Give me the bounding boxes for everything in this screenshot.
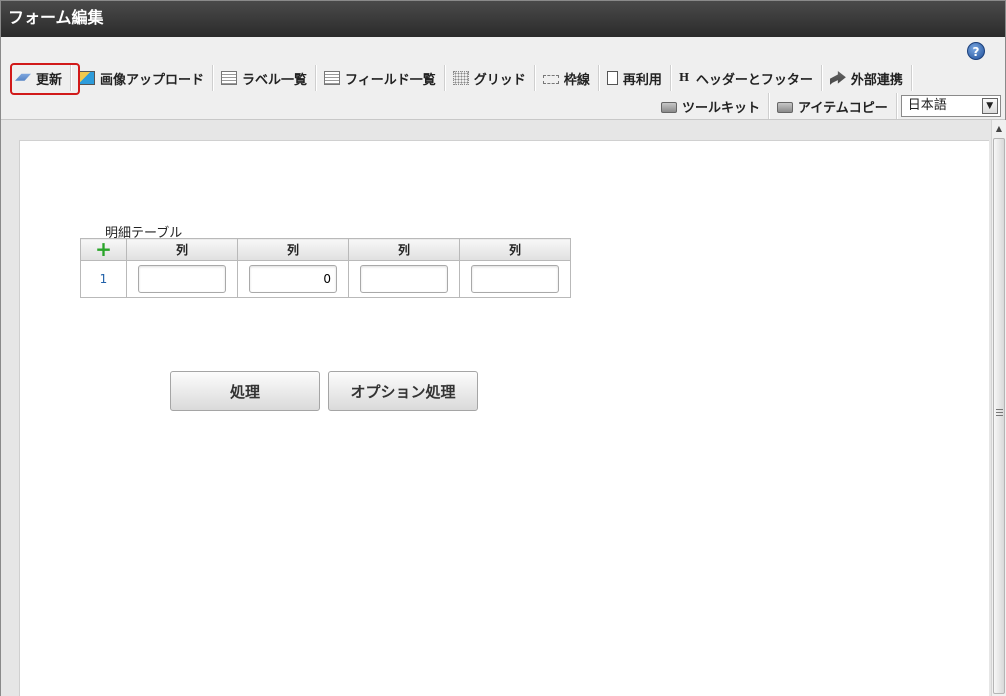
external-link-icon [829,71,846,85]
table-cell [126,260,238,298]
column-header: 列 [126,238,238,261]
toolbar-row-1: 更新 画像アップロード ラベル一覧 フィールド一覧 グリッド 枠線 再利用 H … [7,65,912,91]
image-upload-button-label: 画像アップロード [100,72,205,88]
table-row: 1 [80,260,571,298]
table-cell [459,260,571,298]
language-select-value: 日本語 [907,98,947,113]
toolkit-icon [661,101,677,113]
frame-line-icon [542,74,559,84]
scrollbar-grip-icon [996,409,1003,417]
form-canvas-area [1,120,991,696]
help-icon[interactable]: ? [967,42,985,60]
chevron-down-icon[interactable]: ▼ [981,98,998,114]
header-footer-button-label: ヘッダーとフッター [695,72,813,88]
row-number: 1 [80,260,127,298]
header-footer-icon: H [678,71,690,84]
scroll-up-arrow-icon[interactable]: ▲ [992,122,1006,136]
image-upload-button[interactable]: 画像アップロード [71,65,214,91]
table-cell [237,260,349,298]
grid-icon [452,71,469,85]
reuse-button-label: 再利用 [622,72,662,88]
frame-line-button-label: 枠線 [563,72,590,88]
add-row-cell: + [80,237,127,261]
cell-input[interactable] [360,265,448,293]
reuse-icon [606,71,618,85]
toolkit-button-label: ツールキット [682,100,761,116]
external-link-button-label: 外部連携 [850,72,903,88]
item-copy-button-label: アイテムコピー [798,100,888,116]
header-footer-button[interactable]: H ヘッダーとフッター [671,65,822,91]
toolbar-area: ? 更新 画像アップロード ラベル一覧 フィールド一覧 グリッド 枠線 再利用 … [1,37,1005,120]
window-title: フォーム編集 [1,1,1005,37]
language-select[interactable]: 日本語 ▼ [900,95,1001,117]
column-header: 列 [459,238,571,261]
field-list-button-label: フィールド一覧 [345,72,436,88]
table-cell [348,260,460,298]
label-list-button[interactable]: ラベル一覧 [213,65,317,91]
grid-button-label: グリッド [473,72,526,88]
item-copy-button[interactable]: アイテムコピー [769,93,897,119]
scrollbar-thumb[interactable] [993,138,1005,694]
field-list-icon [324,71,341,85]
toolbar-row-2: ツールキット アイテムコピー 日本語 ▼ [653,93,1001,119]
cell-input[interactable] [471,265,559,293]
table-header-row: + 列 列 列 列 [80,237,571,261]
toolkit-button[interactable]: ツールキット [653,93,770,119]
form-editor-window: フォーム編集 ? 更新 画像アップロード ラベル一覧 フィールド一覧 グリッド … [0,0,1006,696]
process-button[interactable]: 処理 [170,371,320,411]
cell-input[interactable] [138,265,226,293]
grid-button[interactable]: グリッド [445,65,535,91]
field-list-button[interactable]: フィールド一覧 [316,65,445,91]
option-process-button[interactable]: オプション処理 [328,371,478,411]
vertical-scrollbar[interactable]: ▲ [991,120,1006,696]
external-link-button[interactable]: 外部連携 [822,65,912,91]
image-upload-icon [79,71,96,85]
column-header: 列 [237,238,349,261]
add-row-icon[interactable]: + [95,237,112,261]
cell-input-number[interactable] [249,265,337,293]
reuse-button[interactable]: 再利用 [599,65,671,91]
label-list-button-label: ラベル一覧 [242,72,308,88]
item-copy-icon [777,101,794,113]
detail-table: + 列 列 列 列 1 [80,238,571,298]
frame-line-button[interactable]: 枠線 [535,65,599,91]
column-header: 列 [348,238,460,261]
update-button-highlight [10,63,80,95]
label-list-icon [221,71,238,85]
